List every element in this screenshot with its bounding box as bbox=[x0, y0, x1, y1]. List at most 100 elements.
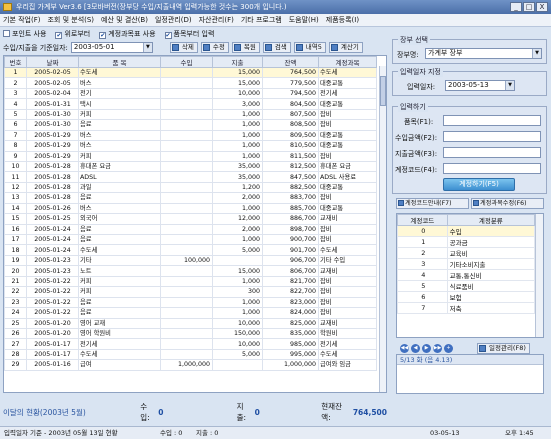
table-row[interactable]: 24 2005-01-22 음료 1,000 824,000 잡비 bbox=[4, 307, 377, 319]
schedule-memo[interactable]: 5/13 화 (음 4.13) bbox=[396, 354, 544, 394]
prev-icon[interactable]: ◀ bbox=[411, 343, 420, 353]
table-row[interactable]: 10 2005-01-28 휴대폰 요금 35,000 812,500 휴대폰 요금 bbox=[4, 160, 377, 173]
table-cell: ADSL 사용료 bbox=[318, 171, 377, 183]
account-code-field[interactable] bbox=[443, 163, 541, 174]
search-button[interactable]: 검색 bbox=[262, 42, 291, 53]
tab-account-guide[interactable]: 계정코드안내(F7) bbox=[396, 198, 469, 209]
menu-help[interactable]: 도움말(H) bbox=[289, 14, 319, 26]
history-button[interactable]: 내역5 bbox=[293, 42, 326, 53]
account-list[interactable]: 계정코드 계정분류 0 수입 1 공과금 2 교육비 3 기타소비지출 4 교통,통신비 5 식료품비 6… bbox=[396, 213, 544, 338]
table-row[interactable]: 26 2005-01-20 영어 학원비 150,000 835,000 학원비 bbox=[4, 327, 377, 340]
list-item[interactable]: 0 수입 bbox=[397, 225, 536, 237]
ledger-select[interactable]: 가계부 장부 ▼ bbox=[425, 48, 542, 59]
table-cell: 대중교통 bbox=[318, 129, 377, 142]
table-row[interactable]: 14 2005-01-26 버스 1,000 885,700 대중교통 bbox=[4, 202, 377, 215]
item-field[interactable] bbox=[443, 115, 541, 126]
edit-button[interactable]: 수정 bbox=[200, 42, 229, 53]
table-row[interactable]: 15 2005-01-25 외국어 12,000 886,700 교재비 bbox=[4, 213, 377, 225]
menu-schedule[interactable]: 일정관리(D) bbox=[155, 14, 192, 26]
table-row[interactable]: 23 2005-01-22 음료 1,000 823,000 잡비 bbox=[4, 296, 377, 309]
next-icon[interactable]: ▶ bbox=[422, 343, 431, 353]
table-row[interactable]: 19 2005-01-23 기타 100,000 906,700 기타 수입 bbox=[4, 254, 377, 267]
table-row[interactable]: 4 2005-01-31 택시 3,000 804,500 대중교통 bbox=[4, 98, 377, 110]
grid-col-header[interactable]: 번호 bbox=[4, 56, 27, 68]
option-from-top[interactable]: ✔ 위로부터 bbox=[55, 29, 90, 39]
account-scrollbar[interactable] bbox=[535, 214, 543, 337]
table-row[interactable]: 13 2005-01-28 음료 2,000 883,700 잡비 bbox=[4, 192, 377, 204]
tab-account-edit[interactable]: 계정과목수정(F6) bbox=[471, 198, 544, 209]
list-item[interactable]: 4 교통,통신비 bbox=[397, 269, 536, 281]
date-select[interactable]: 2003-05-13 ▼ bbox=[445, 80, 515, 91]
table-row[interactable]: 3 2005-02-04 전기 10,000 794,500 전기세 bbox=[4, 87, 377, 100]
option-account-table[interactable]: ✔ 계정과목표 사용 bbox=[99, 29, 156, 39]
transactions-grid[interactable]: 번호 날짜 품 목 수입 지출 잔액 계정과목 1 2005-02-05 수도세 15,000 76… bbox=[3, 55, 387, 393]
option-points[interactable]: 포인트 사용 bbox=[3, 29, 46, 39]
first-icon[interactable]: ◀◀ bbox=[400, 343, 409, 353]
grid-col-header[interactable]: 계정과목 bbox=[318, 56, 377, 68]
table-row[interactable]: 25 2005-01-20 영어 교재 10,000 825,000 교재비 bbox=[4, 317, 377, 329]
table-cell: 잡비 bbox=[318, 192, 377, 204]
last-icon[interactable]: ▶▶ bbox=[433, 343, 442, 353]
list-item[interactable]: 1 공과금 bbox=[397, 236, 536, 248]
table-row[interactable]: 17 2005-01-24 음료 1,000 900,700 잡비 bbox=[4, 233, 377, 246]
grid-scrollbar[interactable] bbox=[379, 66, 386, 392]
checkbox-points[interactable] bbox=[3, 30, 10, 37]
grid-col-header[interactable]: 지출 bbox=[212, 56, 263, 68]
table-row[interactable]: 7 2005-01-29 버스 1,000 809,500 대중교통 bbox=[4, 129, 377, 142]
table-row[interactable]: 28 2005-01-17 수도세 5,000 995,000 수도세 bbox=[4, 348, 377, 361]
table-row[interactable]: 22 2005-01-22 커피 300 822,700 잡비 bbox=[4, 286, 377, 298]
option-item-first[interactable]: ✔ 품목부터 입력 bbox=[164, 29, 214, 39]
calculator-button[interactable]: 계산기 bbox=[328, 42, 363, 53]
restore-button[interactable]: 복원 bbox=[231, 42, 260, 53]
table-cell bbox=[160, 192, 213, 204]
grid-col-header[interactable]: 수입 bbox=[160, 56, 213, 68]
table-row[interactable]: 2 2005-02-05 버스 15,000 779,500 대중교통 bbox=[4, 77, 377, 89]
menu-other-programs[interactable]: 기타 프로그램 bbox=[241, 14, 282, 26]
delete-button[interactable]: 삭제 bbox=[169, 42, 198, 53]
grid-col-header[interactable]: 잔액 bbox=[262, 56, 319, 68]
table-row[interactable]: 27 2005-01-17 전기세 10,000 985,000 전기세 bbox=[4, 338, 377, 350]
table-row[interactable]: 9 2005-01-29 커피 1,000 811,500 잡비 bbox=[4, 150, 377, 162]
menu-analysis[interactable]: 조회 및 분석(S) bbox=[47, 14, 94, 26]
checkbox-item-first[interactable]: ✔ bbox=[164, 32, 172, 39]
expense-field[interactable] bbox=[443, 147, 541, 158]
minimize-button[interactable]: _ bbox=[510, 2, 522, 12]
table-cell: 811,500 bbox=[262, 150, 319, 162]
table-row[interactable]: 29 2005-01-16 급여 1,000,000 1,000,000 급여와 임금 bbox=[4, 359, 377, 371]
table-row[interactable]: 1 2005-02-05 수도세 15,000 764,500 수도세 bbox=[4, 66, 377, 79]
menu-basic[interactable]: 기본 작업(F) bbox=[3, 14, 40, 26]
list-item[interactable]: 6 보험 bbox=[397, 291, 536, 303]
grid-col-header[interactable]: 품 목 bbox=[78, 56, 161, 68]
list-item[interactable]: 7 저축 bbox=[397, 302, 536, 314]
checkbox-account-table[interactable]: ✔ bbox=[99, 32, 107, 39]
maximize-button[interactable]: □ bbox=[523, 2, 535, 12]
table-row[interactable]: 5 2005-01-30 커피 1,000 807,500 잡비 bbox=[4, 108, 377, 121]
table-row[interactable]: 21 2005-01-22 커피 1,000 821,700 잡비 bbox=[4, 275, 377, 288]
grid-scrollbar-thumb[interactable] bbox=[380, 76, 386, 106]
table-row[interactable]: 20 2005-01-23 노트 15,000 806,700 교재비 bbox=[4, 265, 377, 277]
list-item[interactable]: 2 교육비 bbox=[397, 247, 536, 259]
menu-assets[interactable]: 자산관리(F) bbox=[199, 14, 234, 26]
menu-register[interactable]: 제품등록(I) bbox=[326, 14, 359, 26]
list-item[interactable]: 3 기타소비지출 bbox=[397, 258, 536, 270]
table-cell: 810,500 bbox=[262, 140, 319, 152]
menu-budget[interactable]: 예산 및 결산(B) bbox=[101, 14, 148, 26]
table-cell: 2005-01-22 bbox=[26, 286, 79, 298]
table-row[interactable]: 11 2005-01-28 ADSL 35,000 847,500 ADSL 사용료 bbox=[4, 171, 377, 183]
grid-col-header[interactable]: 날짜 bbox=[26, 56, 79, 68]
add-icon[interactable]: + bbox=[444, 343, 453, 353]
table-row[interactable]: 6 2005-01-30 음료 1,000 808,500 잡비 bbox=[4, 119, 377, 131]
status-bar: 입력일자 기준 - 2003년 05월 13일 현황 수입 : 0 지출 : 0… bbox=[0, 426, 551, 439]
table-row[interactable]: 18 2005-01-24 수도세 5,000 901,700 수도세 bbox=[4, 244, 377, 256]
table-row[interactable]: 8 2005-01-29 버스 1,000 810,500 대중교통 bbox=[4, 140, 377, 152]
checkbox-from-top[interactable]: ✔ bbox=[55, 32, 63, 39]
table-cell: 822,700 bbox=[262, 286, 319, 298]
close-button[interactable]: X bbox=[536, 2, 548, 12]
table-row[interactable]: 16 2005-01-24 음료 2,000 898,700 잡비 bbox=[4, 223, 377, 236]
schedule-button[interactable]: 일정관리(F8) bbox=[477, 342, 530, 354]
table-row[interactable]: 12 2005-01-28 과일 1,200 882,500 대중교통 bbox=[4, 181, 377, 194]
list-item[interactable]: 5 식료품비 bbox=[397, 280, 536, 292]
query-date-select[interactable]: 2003-05-01 ▼ bbox=[70, 42, 153, 53]
submit-entry-button[interactable]: 계정하기(F5) bbox=[443, 178, 515, 191]
income-field[interactable] bbox=[443, 131, 541, 142]
